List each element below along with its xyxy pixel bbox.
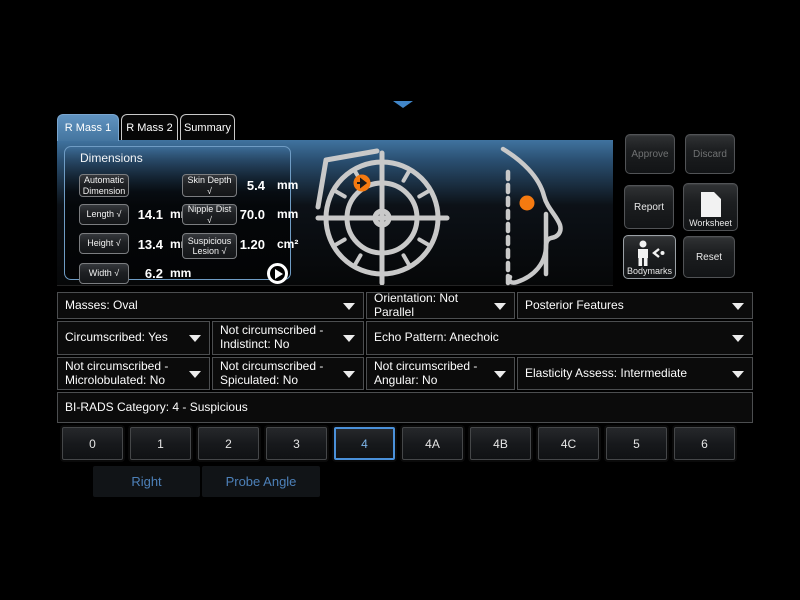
skin-depth-unit: mm	[277, 178, 298, 192]
indistinct-value: Not circumscribed - Indistinct: No	[220, 324, 337, 352]
chevron-down-icon	[343, 371, 355, 378]
echo-pattern-value: Echo Pattern: Anechoic	[374, 331, 499, 345]
birads-button-4[interactable]: 4	[334, 427, 395, 460]
approve-button[interactable]: Approve	[625, 134, 675, 174]
angular-value: Not circumscribed - Angular: No	[374, 360, 488, 388]
width-value: 6.2	[129, 266, 163, 281]
birads-category-value: BI-RADS Category: 4 - Suspicious	[65, 401, 248, 415]
dimensions-box: Dimensions Automatic Dimension Length √ …	[64, 146, 291, 280]
height-value: 13.4	[129, 237, 163, 252]
masses-dropdown[interactable]: Masses: Oval	[57, 292, 364, 319]
suspicious-lesion-value: 1.20	[231, 237, 265, 252]
spiculated-value: Not circumscribed - Spiculated: No	[220, 360, 337, 388]
reset-label: Reset	[696, 252, 722, 263]
microlobulated-value: Not circumscribed - Microlobulated: No	[65, 360, 183, 388]
findings-grid: Masses: Oval Orientation: Not Parallel P…	[57, 292, 753, 423]
orientation-value: Orientation: Not Parallel	[374, 292, 488, 320]
bodymarks-button[interactable]: Bodymarks	[623, 235, 676, 279]
microlobulated-dropdown[interactable]: Not circumscribed - Microlobulated: No	[57, 357, 210, 390]
lesion-marker-profile	[520, 196, 535, 211]
width-button[interactable]: Width √	[79, 263, 129, 284]
chevron-down-icon	[343, 303, 355, 310]
chevron-down-icon	[732, 335, 744, 342]
tab-r-mass-1[interactable]: R Mass 1	[57, 114, 119, 141]
worksheet-button[interactable]: Worksheet	[683, 183, 738, 231]
chevron-down-icon	[343, 335, 355, 342]
bodymarks-label: Bodymarks	[627, 266, 672, 276]
chevron-down-icon	[189, 335, 201, 342]
discard-button[interactable]: Discard	[685, 134, 735, 174]
play-icon	[275, 269, 283, 279]
birads-button-5[interactable]: 5	[606, 427, 667, 460]
bodymarks-person-icon	[633, 240, 667, 266]
birads-button-4a[interactable]: 4A	[402, 427, 463, 460]
collapse-chevron-icon[interactable]	[393, 101, 413, 108]
length-button[interactable]: Length √	[79, 204, 129, 225]
birads-button-4c[interactable]: 4C	[538, 427, 599, 460]
birads-button-2[interactable]: 2	[198, 427, 259, 460]
birads-button-4b[interactable]: 4B	[470, 427, 531, 460]
chevron-down-icon	[732, 371, 744, 378]
birads-button-3[interactable]: 3	[266, 427, 327, 460]
chevron-down-icon	[494, 303, 506, 310]
breast-clockface-bodymark[interactable]	[303, 143, 468, 285]
posterior-features-value: Posterior Features	[525, 299, 624, 313]
suspicious-lesion-button[interactable]: Suspicious Lesion √	[182, 233, 237, 259]
birads-button-1[interactable]: 1	[130, 427, 191, 460]
posterior-features-dropdown[interactable]: Posterior Features	[517, 292, 753, 319]
worksheet-screen: R Mass 1 R Mass 2 Summary Dimensions Aut…	[0, 0, 800, 600]
birads-category-field[interactable]: BI-RADS Category: 4 - Suspicious	[57, 392, 753, 423]
breast-profile-bodymark[interactable]	[495, 142, 577, 288]
height-button[interactable]: Height √	[79, 233, 129, 254]
right-side-button[interactable]: Right	[93, 466, 200, 497]
birads-button-0[interactable]: 0	[62, 427, 123, 460]
birads-button-6[interactable]: 6	[674, 427, 735, 460]
nipple-dist-button[interactable]: Nipple Dist √	[182, 204, 237, 225]
report-label: Report	[634, 202, 664, 213]
echo-pattern-dropdown[interactable]: Echo Pattern: Anechoic	[366, 321, 753, 355]
discard-label: Discard	[693, 149, 727, 160]
spiculated-dropdown[interactable]: Not circumscribed - Spiculated: No	[212, 357, 364, 390]
reset-button[interactable]: Reset	[683, 236, 735, 278]
masses-value: Masses: Oval	[65, 299, 138, 313]
tab-r-mass-2[interactable]: R Mass 2	[121, 114, 178, 141]
circumscribed-value: Circumscribed: Yes	[65, 331, 168, 345]
lesion-marker-clockface	[354, 175, 371, 192]
skin-depth-value: 5.4	[231, 178, 265, 193]
birads-button-row: 0 1 2 3 4 4A 4B 4C 5 6	[62, 427, 735, 460]
chevron-down-icon	[732, 303, 744, 310]
document-icon	[700, 191, 722, 218]
probe-angle-button[interactable]: Probe Angle	[202, 466, 320, 497]
elasticity-value: Elasticity Assess: Intermediate	[525, 367, 687, 381]
nipple-dist-value: 70.0	[231, 207, 265, 222]
length-value: 14.1	[129, 207, 163, 222]
width-unit: mm	[170, 266, 191, 280]
measurement-panel: Dimensions Automatic Dimension Length √ …	[57, 140, 613, 286]
approve-label: Approve	[631, 149, 668, 160]
orientation-dropdown[interactable]: Orientation: Not Parallel	[366, 292, 515, 319]
play-button[interactable]	[267, 263, 288, 284]
elasticity-dropdown[interactable]: Elasticity Assess: Intermediate	[517, 357, 753, 390]
angular-dropdown[interactable]: Not circumscribed - Angular: No	[366, 357, 515, 390]
chevron-down-icon	[189, 371, 201, 378]
nipple-dist-unit: mm	[277, 207, 298, 221]
skin-depth-button[interactable]: Skin Depth √	[182, 174, 237, 197]
worksheet-label: Worksheet	[689, 218, 732, 228]
report-button[interactable]: Report	[624, 185, 674, 229]
suspicious-lesion-unit: cm²	[277, 237, 298, 251]
indistinct-dropdown[interactable]: Not circumscribed - Indistinct: No	[212, 321, 364, 355]
dimensions-title: Dimensions	[80, 151, 143, 165]
automatic-dimension-button[interactable]: Automatic Dimension	[79, 174, 129, 197]
tab-summary[interactable]: Summary	[180, 114, 235, 141]
chevron-down-icon	[494, 371, 506, 378]
circumscribed-dropdown[interactable]: Circumscribed: Yes	[57, 321, 210, 355]
